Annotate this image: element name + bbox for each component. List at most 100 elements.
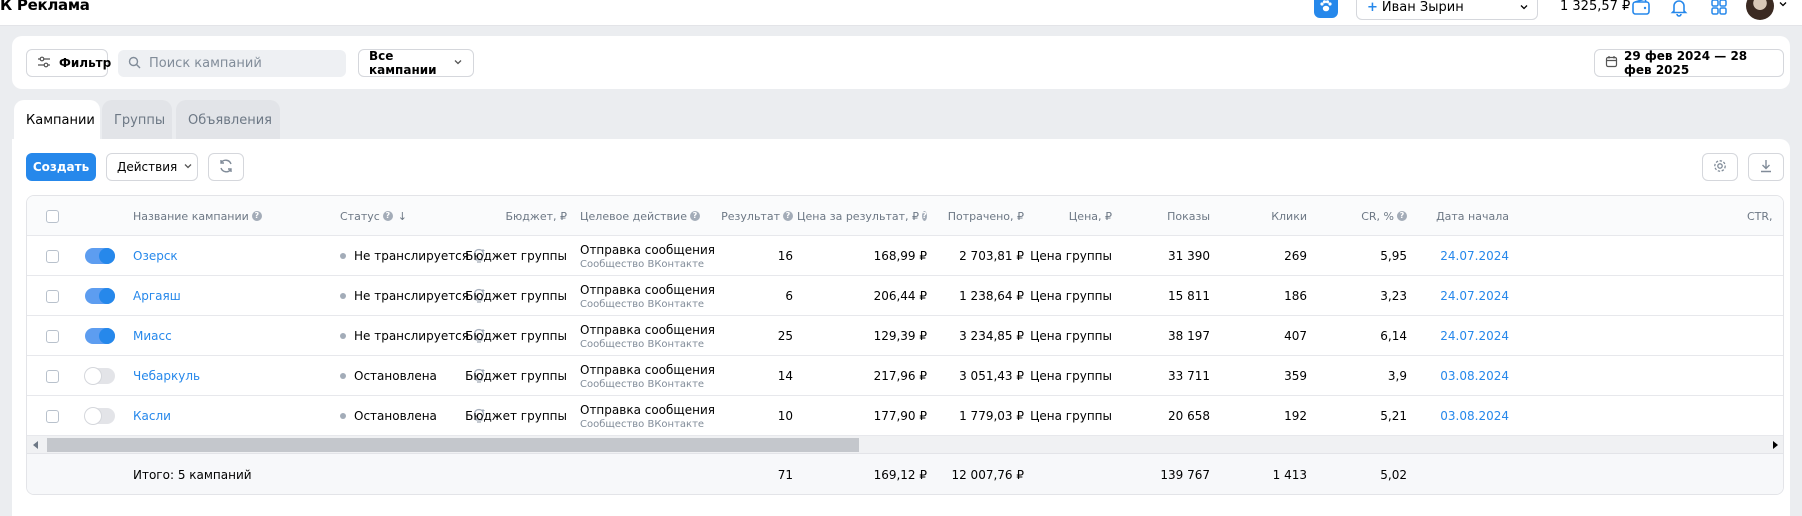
select-all-checkbox[interactable] xyxy=(46,196,59,236)
campaign-toggle[interactable] xyxy=(85,396,115,436)
column-clicks[interactable]: Клики xyxy=(1227,196,1307,236)
column-cr[interactable]: CR, %? xyxy=(1327,196,1407,236)
campaign-select-value: Все кампании xyxy=(369,49,437,77)
app-logo[interactable]: К Реклама xyxy=(0,0,90,14)
date-range-value: 29 фев 2024 — 28 фев 2025 xyxy=(1624,49,1748,77)
horizontal-scrollbar[interactable] xyxy=(27,436,1783,454)
row-checkbox[interactable] xyxy=(46,276,59,316)
row-checkbox[interactable] xyxy=(46,356,59,396)
campaign-price: Цена группы xyxy=(1030,409,1112,423)
help-icon[interactable]: ? xyxy=(1397,211,1407,221)
column-target[interactable]: Целевое действие? xyxy=(580,196,700,236)
campaign-toggle[interactable] xyxy=(85,356,115,396)
column-price[interactable]: Цена, ₽ xyxy=(1037,196,1112,236)
row-checkbox[interactable] xyxy=(46,236,59,276)
sliders-icon xyxy=(37,56,51,71)
chevron-down-icon xyxy=(183,160,193,174)
campaign-start-date[interactable]: 24.07.2024 xyxy=(1427,276,1509,316)
account-selector[interactable]: + Иван Зырин xyxy=(1356,0,1538,20)
wallet-icon[interactable] xyxy=(1630,0,1652,18)
campaigns-table: Название кампании? Статус? ↓ Бюджет, ₽ Це… xyxy=(26,195,1784,495)
sort-down-icon[interactable]: ↓ xyxy=(398,210,407,223)
campaign-select[interactable]: Все кампании xyxy=(358,49,474,77)
actions-dropdown[interactable]: Действия xyxy=(106,153,198,181)
campaign-name-link[interactable]: Озерск xyxy=(133,236,178,276)
campaign-start-date[interactable]: 03.08.2024 xyxy=(1427,396,1509,436)
apps-grid-icon[interactable] xyxy=(1708,0,1730,18)
create-button[interactable]: Создать xyxy=(26,153,96,181)
scrollbar-thumb[interactable] xyxy=(47,438,859,452)
row-checkbox[interactable] xyxy=(46,396,59,436)
row-checkbox[interactable] xyxy=(46,316,59,356)
date-range-picker[interactable]: 29 фев 2024 — 28 фев 2025 xyxy=(1594,49,1784,77)
search-box[interactable] xyxy=(118,50,346,77)
campaign-result: 6 xyxy=(785,289,793,303)
search-icon xyxy=(128,56,141,72)
scroll-right-arrow-icon[interactable] xyxy=(1773,441,1778,449)
totals-label: Итого: 5 кампаний xyxy=(133,468,252,482)
column-price-result[interactable]: Цена за результат, ₽? xyxy=(797,196,927,236)
campaign-cr: 6,14 xyxy=(1380,329,1407,343)
column-impressions[interactable]: Показы xyxy=(1127,196,1210,236)
totals-clicks: 1 413 xyxy=(1272,468,1307,482)
campaign-name-link[interactable]: Миасс xyxy=(133,316,172,356)
balance[interactable]: 1 325,57 ₽ xyxy=(1560,0,1630,14)
campaign-budget: Бюджет группы xyxy=(465,289,567,303)
tab-campaigns[interactable]: Кампании xyxy=(14,100,100,140)
campaign-result: 16 xyxy=(777,249,793,263)
campaign-budget: Бюджет группы xyxy=(465,329,567,343)
settings-button[interactable] xyxy=(1702,153,1738,181)
column-ctr[interactable]: CTR, xyxy=(1747,196,1773,236)
campaign-toggle[interactable] xyxy=(85,276,115,316)
scroll-left-arrow-icon[interactable] xyxy=(33,441,38,449)
chevron-down-icon[interactable] xyxy=(1778,0,1788,12)
campaign-start-date[interactable]: 03.08.2024 xyxy=(1427,356,1509,396)
campaign-price-result: 206,44 ₽ xyxy=(873,289,927,303)
campaign-toggle[interactable] xyxy=(85,316,115,356)
column-name[interactable]: Название кампании? xyxy=(133,196,262,236)
campaign-target: Отправка сообщения Сообщество ВКонтакте xyxy=(580,402,715,430)
help-icon[interactable]: ? xyxy=(382,211,393,221)
help-icon[interactable]: ? xyxy=(922,211,927,221)
help-icon[interactable]: ? xyxy=(783,211,793,221)
tab-ads[interactable]: Объявления xyxy=(176,100,280,140)
paw-icon[interactable] xyxy=(1314,0,1338,18)
campaign-spent: 1 779,03 ₽ xyxy=(959,409,1024,423)
chevron-down-icon xyxy=(453,56,463,70)
campaign-spent: 2 703,81 ₽ xyxy=(959,249,1024,263)
search-input[interactable] xyxy=(149,56,329,71)
campaign-name-link[interactable]: Касли xyxy=(133,396,171,436)
campaign-name-link[interactable]: Аргаяш xyxy=(133,276,181,316)
column-budget[interactable]: Бюджет, ₽ xyxy=(497,196,568,236)
totals-spent: 12 007,76 ₽ xyxy=(951,468,1024,482)
filter-panel: Фильтр Все кампании 29 фев 2024 — 28 фев… xyxy=(12,36,1790,89)
campaign-toggle[interactable] xyxy=(85,236,115,276)
tab-groups[interactable]: Группы xyxy=(102,100,172,140)
campaign-price-result: 129,39 ₽ xyxy=(873,329,927,343)
campaign-status: Остановлена xyxy=(340,396,437,436)
avatar[interactable] xyxy=(1746,0,1774,20)
status-dot xyxy=(340,413,346,419)
bell-icon[interactable] xyxy=(1668,0,1690,18)
help-icon[interactable]: ? xyxy=(689,211,700,221)
campaign-cr: 5,95 xyxy=(1380,249,1407,263)
column-result[interactable]: Результат? xyxy=(707,196,793,236)
column-start-date[interactable]: Дата начала xyxy=(1427,196,1509,236)
campaign-price: Цена группы xyxy=(1030,369,1112,383)
filter-button[interactable]: Фильтр xyxy=(26,49,111,77)
help-icon[interactable]: ? xyxy=(251,211,262,221)
refresh-button[interactable] xyxy=(208,153,244,181)
totals-result: 71 xyxy=(777,468,793,482)
campaign-cr: 3,23 xyxy=(1380,289,1407,303)
campaign-start-date[interactable]: 24.07.2024 xyxy=(1427,316,1509,356)
campaign-cr: 3,9 xyxy=(1387,369,1407,383)
campaign-start-date[interactable]: 24.07.2024 xyxy=(1427,236,1509,276)
campaign-impressions: 38 197 xyxy=(1168,329,1210,343)
download-button[interactable] xyxy=(1748,153,1784,181)
campaign-price-result: 217,96 ₽ xyxy=(873,369,927,383)
top-bar: К Реклама + Иван Зырин 1 325,57 ₽ xyxy=(0,0,1802,26)
column-status[interactable]: Статус? ↓ xyxy=(340,196,407,236)
column-spent[interactable]: Потрачено, ₽ xyxy=(937,196,1024,236)
campaign-name-link[interactable]: Чебаркуль xyxy=(133,356,200,396)
campaign-spent: 1 238,64 ₽ xyxy=(959,289,1024,303)
